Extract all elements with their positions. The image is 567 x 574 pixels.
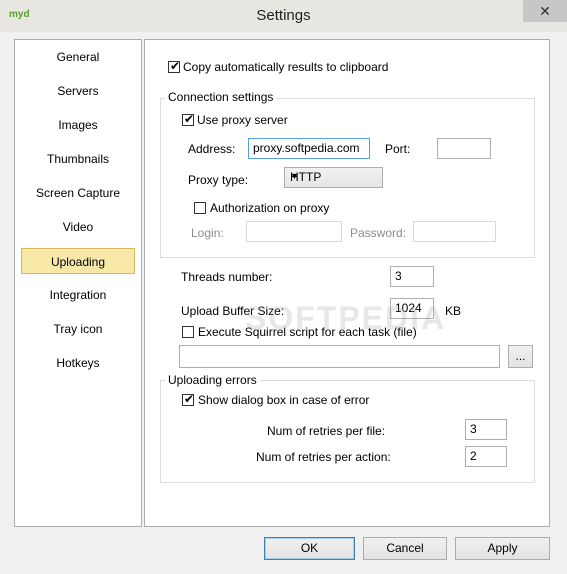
ok-button[interactable]: OK — [264, 537, 355, 560]
login-input[interactable] — [246, 221, 342, 242]
password-label: Password: — [350, 226, 407, 240]
login-label: Login: — [191, 226, 224, 240]
proxy-type-select[interactable]: HTTP ▼ — [284, 167, 383, 188]
uploading-settings-panel: ✔ Copy automatically results to clipboar… — [144, 39, 550, 527]
window-title: Settings — [256, 7, 311, 24]
buffer-unit-label: KB — [445, 304, 462, 318]
watermark: SOFTPEDIA — [245, 300, 447, 336]
sidebar-item-images[interactable]: Images — [21, 112, 135, 138]
show-error-dialog-checkbox[interactable]: ✔ — [182, 392, 195, 406]
script-path-input[interactable] — [179, 345, 500, 368]
use-proxy-label: Use proxy server — [197, 113, 288, 127]
settings-sidebar: General Servers Images Thumbnails Screen… — [14, 39, 142, 527]
copy-clipboard-checkbox[interactable]: ✔ — [168, 59, 181, 73]
cancel-button[interactable]: Cancel — [363, 537, 447, 560]
retries-per-file-label: Num of retries per file: — [267, 424, 386, 438]
auth-proxy-checkbox[interactable] — [194, 202, 206, 214]
proxy-address-input[interactable]: proxy.softpedia.com — [248, 138, 370, 159]
retries-per-action-input[interactable]: 2 — [465, 446, 507, 467]
sidebar-item-uploading[interactable]: Uploading — [21, 248, 135, 274]
auth-proxy-label: Authorization on proxy — [210, 201, 330, 215]
chevron-down-icon: ▼ — [290, 171, 299, 181]
sidebar-item-thumbnails[interactable]: Thumbnails — [21, 146, 135, 172]
sidebar-item-video[interactable]: Video — [21, 214, 135, 240]
proxy-port-input[interactable] — [437, 138, 491, 159]
sidebar-item-hotkeys[interactable]: Hotkeys — [21, 350, 135, 376]
threads-input[interactable]: 3 — [390, 266, 434, 287]
password-input[interactable] — [413, 221, 496, 242]
sidebar-item-screen-capture[interactable]: Screen Capture — [21, 180, 135, 206]
copy-clipboard-label: Copy automatically results to clipboard — [183, 60, 389, 74]
threads-label: Threads number: — [181, 270, 273, 284]
sidebar-item-integration[interactable]: Integration — [21, 282, 135, 308]
close-icon: ✕ — [539, 3, 551, 19]
squirrel-script-checkbox[interactable] — [182, 326, 194, 338]
sidebar-item-servers[interactable]: Servers — [21, 78, 135, 104]
checkmark-icon: ✔ — [183, 112, 195, 126]
apply-button[interactable]: Apply — [455, 537, 550, 560]
checkmark-icon: ✔ — [169, 59, 181, 73]
port-label: Port: — [385, 142, 411, 156]
checkmark-icon: ✔ — [183, 392, 195, 406]
sidebar-item-tray-icon[interactable]: Tray icon — [21, 316, 135, 342]
show-error-dialog-label: Show dialog box in case of error — [198, 393, 370, 407]
connection-settings-title: Connection settings — [165, 90, 277, 104]
browse-script-button[interactable]: ... — [508, 345, 533, 368]
retries-per-action-label: Num of retries per action: — [256, 450, 391, 464]
proxy-type-label: Proxy type: — [188, 173, 249, 187]
uploading-errors-title: Uploading errors — [165, 373, 260, 387]
title-bar: myd Settings ✕ — [0, 0, 567, 33]
address-label: Address: — [188, 142, 236, 156]
retries-per-file-input[interactable]: 3 — [465, 419, 507, 440]
sidebar-item-general[interactable]: General — [21, 44, 135, 70]
close-button[interactable]: ✕ — [523, 0, 567, 22]
use-proxy-checkbox[interactable]: ✔ — [182, 112, 195, 126]
